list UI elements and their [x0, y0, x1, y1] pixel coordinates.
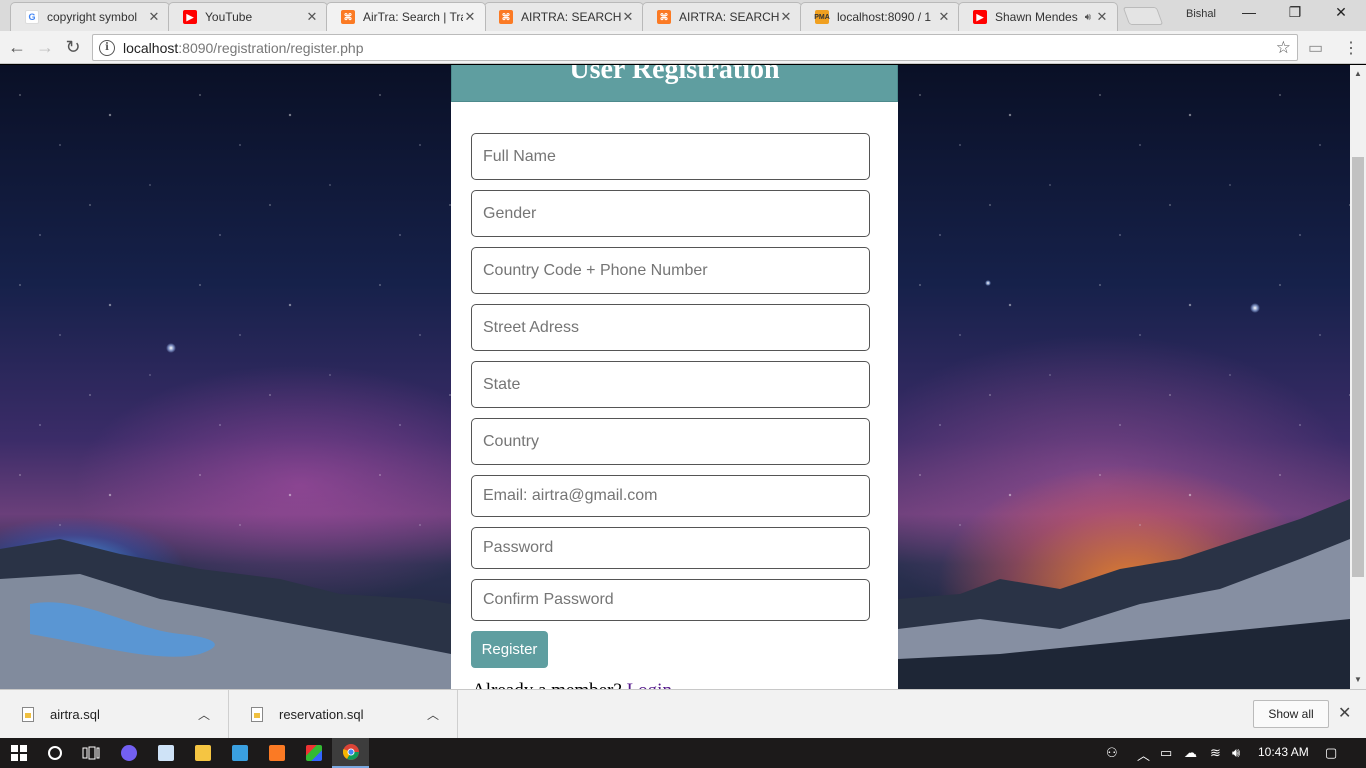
volume-icon[interactable]: 🔊︎ [1232, 745, 1240, 761]
street-address-input[interactable]: Street Adress [471, 304, 870, 351]
wifi-icon[interactable]: ≋ [1210, 745, 1221, 761]
search-circle-icon[interactable] [36, 738, 73, 768]
tab-airtra-search-active[interactable]: ⌘ AirTra: Search | Tra ✕ [326, 2, 486, 31]
chevron-up-icon[interactable]: ︿ [1137, 745, 1150, 764]
close-icon[interactable]: ✕ [937, 9, 951, 25]
download-filename: airtra.sql [50, 707, 100, 722]
member-text: Already a member? [472, 680, 622, 689]
youtube-icon: ▶ [183, 10, 197, 24]
chevron-up-icon[interactable]: ︿ [427, 706, 457, 723]
email-input[interactable]: Email: airtra@gmail.com [471, 475, 870, 517]
notepad-icon[interactable] [147, 738, 184, 768]
youtube-icon: ▶ [973, 10, 987, 24]
bookmark-star-icon[interactable]: ☆ [1276, 38, 1291, 58]
full-name-input[interactable]: Full Name [471, 133, 870, 180]
country-input[interactable]: Country [471, 418, 870, 465]
address-bar[interactable]: i localhost:8090/registration/register.p… [92, 34, 1298, 61]
restore-icon[interactable]: ❐ [1272, 4, 1318, 21]
new-tab-button[interactable] [1122, 7, 1164, 25]
task-view-icon[interactable] [72, 738, 109, 768]
browser-toolbar: ← → ↻ i localhost:8090/registration/regi… [0, 31, 1366, 64]
close-icon[interactable]: ✕ [1338, 703, 1351, 723]
google-icon: G [25, 10, 39, 24]
chevron-up-icon[interactable]: ︿ [198, 706, 228, 723]
download-item-airtra-sql[interactable]: airtra.sql ︿ [0, 690, 229, 739]
menu-kebab-icon[interactable]: ⋮ [1343, 38, 1359, 58]
cast-icon[interactable]: ▭ [1308, 38, 1323, 58]
close-icon[interactable]: ✕ [1095, 9, 1109, 25]
tab-localhost-phpmyadmin[interactable]: PMA localhost:8090 / 1 ✕ [800, 2, 960, 31]
profile-name[interactable]: Bishal [1186, 8, 1216, 20]
tab-strip: G copyright symbol ✕ ▶ YouTube ✕ ⌘ AirTr… [0, 0, 1366, 31]
download-item-reservation-sql[interactable]: reservation.sql ︿ [229, 690, 458, 739]
tab-title: copyright symbol [47, 10, 138, 24]
page-viewport: User Registration Full Name Gender Count… [0, 65, 1350, 689]
close-icon[interactable]: ✕ [463, 9, 477, 25]
bright-star [166, 343, 176, 353]
file-icon [22, 707, 34, 722]
windows-taskbar: ⚇ ︿ ▭ ☁ ≋ 🔊︎ 10:43 AM ▢ [0, 738, 1366, 768]
window-close-icon[interactable]: ✕ [1318, 4, 1364, 21]
tab-title: AIRTRA: SEARCH | [679, 10, 779, 24]
tab-title: Shawn Mendes [995, 10, 1078, 24]
people-icon[interactable]: ⚇ [1106, 745, 1118, 761]
scrollbar-thumb[interactable] [1352, 157, 1364, 577]
tab-title: YouTube [205, 10, 253, 24]
chrome-icon[interactable] [332, 738, 369, 768]
info-icon[interactable]: i [99, 39, 115, 56]
file-icon [251, 707, 263, 722]
register-button[interactable]: Register [471, 631, 548, 668]
download-filename: reservation.sql [279, 707, 364, 722]
confirm-password-input[interactable]: Confirm Password [471, 579, 870, 621]
notifications-icon[interactable]: ▢ [1325, 745, 1337, 761]
tab-airtra-search-3[interactable]: ⌘ AIRTRA: SEARCH | ✕ [642, 2, 802, 31]
phpmyadmin-icon: PMA [814, 10, 830, 24]
paint-icon[interactable] [295, 738, 332, 768]
xampp-icon[interactable] [258, 738, 295, 768]
windows-start-icon[interactable] [0, 738, 37, 768]
login-prompt: Already a member? Login [472, 680, 672, 689]
file-explorer-icon[interactable] [184, 738, 221, 768]
tab-title: localhost:8090 / 1 [837, 10, 932, 24]
url-path: :8090/registration/register.php [178, 39, 364, 56]
battery-icon[interactable]: ▭ [1160, 745, 1172, 761]
state-input[interactable]: State [471, 361, 870, 408]
viber-icon[interactable] [110, 738, 147, 768]
close-icon[interactable]: ✕ [147, 9, 161, 25]
password-input[interactable]: Password [471, 527, 870, 569]
show-all-button[interactable]: Show all [1253, 700, 1329, 728]
close-icon[interactable]: ✕ [779, 9, 793, 25]
bright-star [985, 280, 991, 286]
onedrive-cloud-icon[interactable]: ☁ [1184, 745, 1197, 761]
download-bar: airtra.sql ︿ reservation.sql ︿ Show all … [0, 689, 1366, 739]
xampp-icon: ⌘ [341, 10, 355, 24]
page-title: User Registration [451, 65, 898, 102]
bright-star [1250, 303, 1260, 313]
scroll-up-arrow-icon[interactable]: ▲ [1350, 66, 1366, 82]
phone-number-input[interactable]: Country Code + Phone Number [471, 247, 870, 294]
scroll-down-arrow-icon[interactable]: ▼ [1350, 672, 1366, 688]
login-link[interactable]: Login [627, 680, 672, 689]
close-icon[interactable]: ✕ [305, 9, 319, 25]
gender-input[interactable]: Gender [471, 190, 870, 237]
tab-copyright-symbol[interactable]: G copyright symbol ✕ [10, 2, 170, 31]
forward-arrow-icon[interactable]: → [34, 36, 56, 58]
minimize-icon[interactable]: — [1226, 4, 1272, 20]
xampp-icon: ⌘ [499, 10, 513, 24]
registration-card: User Registration Full Name Gender Count… [451, 65, 898, 689]
close-icon[interactable]: ✕ [621, 9, 635, 25]
back-arrow-icon[interactable]: ← [6, 36, 28, 58]
tab-youtube[interactable]: ▶ YouTube ✕ [168, 2, 328, 31]
tab-title: AirTra: Search | Tra [363, 10, 463, 24]
xampp-icon: ⌘ [657, 10, 671, 24]
tab-airtra-search-2[interactable]: ⌘ AIRTRA: SEARCH | ✕ [484, 2, 644, 31]
tab-title: AIRTRA: SEARCH | [521, 10, 621, 24]
control-panel-icon[interactable] [221, 738, 258, 768]
url-host: localhost [123, 39, 179, 56]
reload-icon[interactable]: ↻ [62, 36, 84, 58]
clock-time[interactable]: 10:43 AM [1258, 745, 1309, 759]
tab-shawn-mendes[interactable]: ▶ Shawn Mendes 🔊︎ ✕ [958, 2, 1118, 31]
speaker-icon[interactable]: 🔊︎ [1085, 12, 1091, 23]
